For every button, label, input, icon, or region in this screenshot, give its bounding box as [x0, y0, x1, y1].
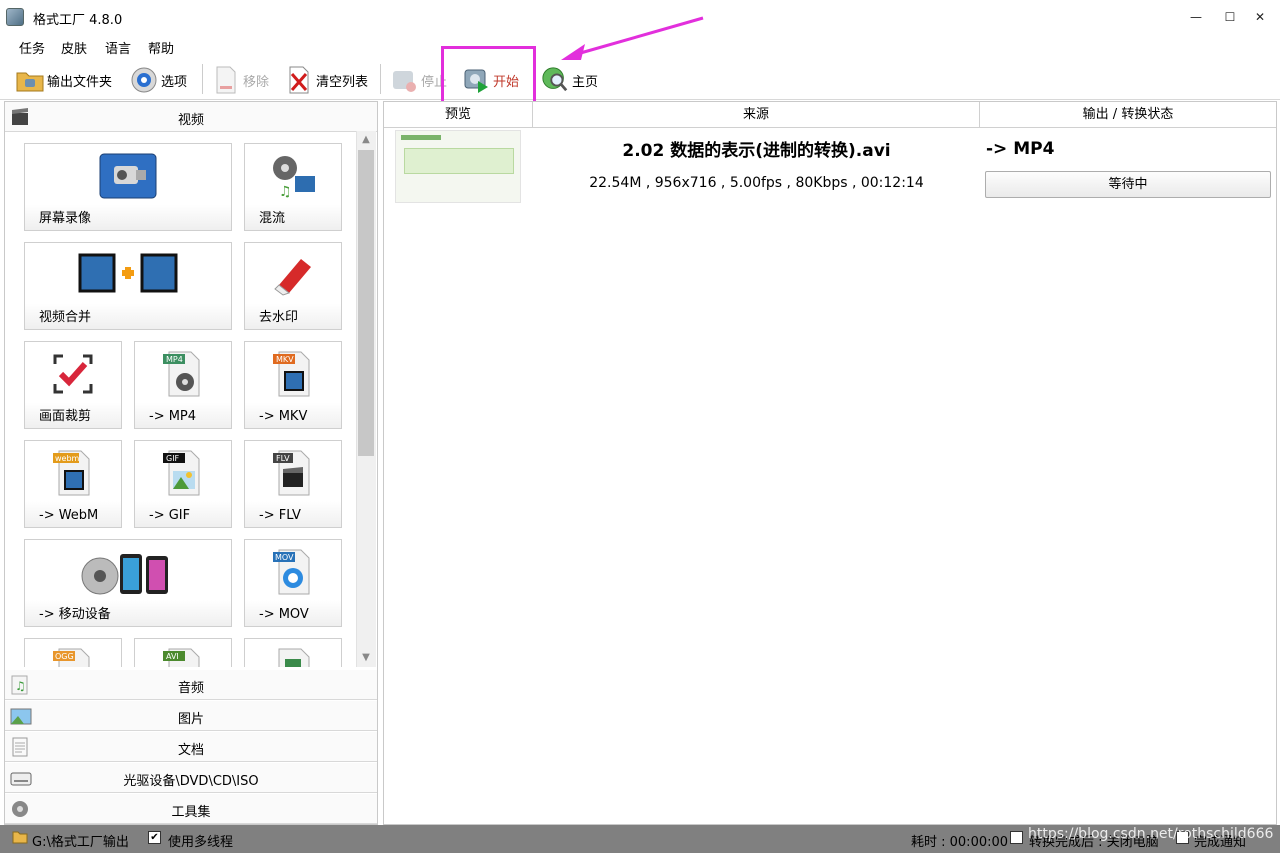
options-button[interactable]: 选项 — [130, 64, 187, 96]
highlight-annotation-box — [441, 46, 536, 106]
menu-language[interactable]: 语言 — [105, 38, 131, 57]
stop-icon — [390, 66, 418, 94]
tile-crop[interactable]: 画面裁剪 — [24, 341, 122, 429]
video-file-icon — [269, 647, 317, 667]
close-button[interactable]: ✕ — [1248, 6, 1272, 28]
tile-to-mobile[interactable]: -> 移动设备 — [24, 539, 232, 627]
toolbar — [0, 60, 1280, 100]
ogg-badge: OGG — [55, 652, 74, 661]
tile-to-other[interactable] — [244, 638, 342, 667]
scroll-up-arrow-icon[interactable]: ▲ — [356, 131, 376, 149]
ogg-file-icon: OGG — [49, 647, 97, 667]
source-file-info: 22.54M , 956x716 , 5.00fps , 80Kbps , 00… — [589, 175, 924, 191]
menu-task[interactable]: 任务 — [19, 38, 45, 57]
multithread-label: 使用多线程 — [168, 835, 234, 850]
watermark-text: https://blog.csdn.net/rothschild666 — [1028, 826, 1274, 842]
video-tools-grid: 屏幕录像 ♫ 混流 视频合并 去水印 画面裁剪 MP4 -> MP4 MKV -… — [20, 139, 355, 667]
category-video[interactable]: 视频 — [5, 102, 377, 132]
mp4-badge: MP4 — [166, 355, 183, 364]
output-path[interactable]: G:\格式工厂输出 — [32, 831, 129, 850]
menu-help[interactable]: 帮助 — [148, 38, 174, 57]
remove-button[interactable]: 移除 — [212, 64, 269, 96]
category-document[interactable]: 文档 — [5, 732, 377, 762]
category-tools[interactable]: 工具集 — [5, 794, 377, 824]
tile-to-mov[interactable]: MOV -> MOV — [244, 539, 342, 627]
gif-file-icon: GIF — [159, 449, 207, 497]
toolbar-divider — [380, 64, 381, 94]
tile-to-flv[interactable]: FLV -> FLV — [244, 440, 342, 528]
mp4-file-icon: MP4 — [159, 350, 207, 398]
mobile-devices-icon — [80, 548, 176, 598]
tile-remove-watermark[interactable]: 去水印 — [244, 242, 342, 330]
annotation-arrow — [561, 16, 704, 60]
app-icon — [6, 8, 24, 26]
scroll-down-arrow-icon[interactable]: ▼ — [356, 649, 376, 667]
webm-file-icon: webm — [49, 449, 97, 497]
output-folder-icon — [12, 830, 28, 844]
flv-file-icon: FLV — [269, 449, 317, 497]
tile-to-mkv[interactable]: MKV -> MKV — [244, 341, 342, 429]
toolbar-divider — [202, 64, 203, 94]
globe-search-icon — [541, 66, 569, 94]
tile-to-mp4[interactable]: MP4 -> MP4 — [134, 341, 232, 429]
tile-mux[interactable]: ♫ 混流 — [244, 143, 342, 231]
crop-check-icon — [49, 350, 97, 398]
tile-to-ogg[interactable]: OGG — [24, 638, 122, 667]
webm-badge: webm — [55, 454, 80, 463]
tile-screen-record[interactable]: 屏幕录像 — [24, 143, 232, 231]
column-source[interactable]: 来源 — [533, 102, 980, 128]
tile-to-gif[interactable]: GIF -> GIF — [134, 440, 232, 528]
stop-button[interactable]: 停止 — [390, 64, 447, 96]
source-file-name: 2.02 数据的表示(进制的转换).avi — [622, 141, 891, 161]
tile-to-webm[interactable]: webm -> WebM — [24, 440, 122, 528]
video-merge-icon — [78, 251, 178, 295]
output-folder-button[interactable]: 输出文件夹 — [16, 64, 112, 96]
maximize-button[interactable]: ☐ — [1218, 6, 1242, 28]
clear-list-icon — [285, 66, 313, 94]
folder-icon — [16, 66, 44, 94]
svg-text:♫: ♫ — [279, 184, 292, 200]
window-title: 格式工厂 4.8.0 — [33, 13, 123, 28]
menu-skin[interactable]: 皮肤 — [61, 38, 87, 57]
column-output-status[interactable]: 输出 / 转换状态 — [980, 102, 1276, 128]
screen-record-icon — [98, 152, 158, 202]
home-button[interactable]: 主页 — [541, 64, 598, 96]
mux-icon: ♫ — [269, 152, 317, 200]
avi-badge: AVI — [166, 652, 179, 661]
after-convert-checkbox[interactable] — [1010, 831, 1023, 844]
gear-icon — [130, 66, 158, 94]
scrollbar-thumb[interactable] — [358, 150, 374, 456]
minimize-button[interactable]: — — [1184, 6, 1208, 28]
conversion-status[interactable]: 等待中 — [985, 171, 1271, 198]
mov-file-icon: MOV — [269, 548, 317, 596]
eraser-icon — [269, 251, 317, 299]
mov-badge: MOV — [275, 553, 294, 562]
mkv-file-icon: MKV — [269, 350, 317, 398]
remove-document-icon — [212, 66, 240, 94]
tile-to-avi[interactable]: AVI — [134, 638, 232, 667]
multithread-checkbox[interactable]: ✔ — [148, 831, 161, 844]
clear-list-button[interactable]: 清空列表 — [285, 64, 368, 96]
tile-video-merge[interactable]: 视频合并 — [24, 242, 232, 330]
elapsed-time: 耗时 : 00:00:00 — [911, 835, 1009, 850]
gif-badge: GIF — [166, 454, 180, 463]
video-preview-thumbnail[interactable] — [395, 130, 521, 203]
category-audio[interactable]: ♫ 音频 — [5, 670, 377, 700]
category-disc[interactable]: 光驱设备\DVD\CD\ISO — [5, 763, 377, 793]
flv-badge: FLV — [276, 454, 290, 463]
output-format: -> MP4 — [986, 139, 1055, 159]
category-image[interactable]: 图片 — [5, 701, 377, 731]
avi-file-icon: AVI — [159, 647, 207, 667]
task-list — [383, 101, 1277, 825]
mkv-badge: MKV — [276, 355, 294, 364]
column-preview[interactable]: 预览 — [384, 102, 533, 128]
